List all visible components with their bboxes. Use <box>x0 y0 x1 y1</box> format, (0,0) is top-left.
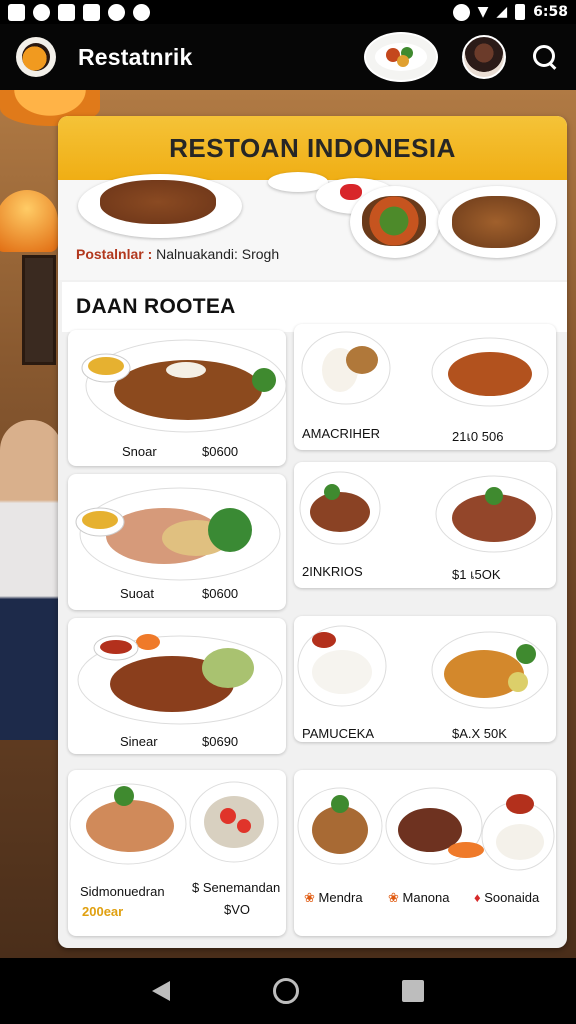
item-name: Sinear <box>120 734 158 749</box>
search-icon[interactable] <box>530 42 560 72</box>
home-icon[interactable] <box>272 978 299 1004</box>
dish-image <box>75 487 281 581</box>
hero-dishes <box>58 172 567 280</box>
wall-art <box>22 255 56 365</box>
item-price: $VO <box>224 902 251 917</box>
menu-item-card[interactable]: Suoat $0600 <box>68 474 286 610</box>
info-label: Postalnlar : <box>76 246 153 262</box>
status-time: 6:58 <box>533 4 568 20</box>
dish-image <box>69 781 279 865</box>
banner-title: RESTOAN INDONESIA <box>169 132 456 163</box>
signal-icon: ◢ <box>496 4 508 20</box>
dish-image <box>81 339 286 433</box>
item-name: AMACRIHER <box>302 426 381 441</box>
status-icons-right: ▼ ◢ 6:58 <box>452 3 568 21</box>
menu-item-card[interactable]: PAMUCEKA $A.X 50K <box>294 616 556 742</box>
system-nav-bar <box>0 958 576 1024</box>
wifi-icon: ▼ <box>477 4 489 20</box>
item-price: 200ear <box>82 904 124 919</box>
item-price: $0600 <box>202 444 239 459</box>
dish-image <box>299 471 553 553</box>
item-name: Suoat <box>120 586 154 601</box>
dish-image <box>301 331 549 407</box>
menu-item-card[interactable]: 2INKRIOS $1 เ5OK <box>294 462 556 588</box>
item-price: $A.X 50K <box>452 726 507 741</box>
item-name: 2INKRIOS <box>302 564 363 579</box>
qr-icon <box>58 3 75 21</box>
chili-icon: ♦ <box>474 890 485 905</box>
app-title: Restatnrik <box>78 43 193 70</box>
pendant-lamp <box>0 190 58 252</box>
flame-icon: ❀ <box>304 890 319 905</box>
item-name: PAMUCEKA <box>302 726 374 741</box>
menu-item-card[interactable]: Sinear $0690 <box>68 618 286 754</box>
menu-item-card[interactable]: AMACRIHER 21เ0 506 <box>294 324 556 450</box>
bluetooth-icon <box>108 3 125 21</box>
status-icons-left <box>8 3 150 21</box>
restaurant-info: Postalnlar : Nalnuakandi: Srogh <box>76 246 279 262</box>
featured-dish-thumbnail[interactable] <box>364 32 438 82</box>
menu-banner: RESTOAN INDONESIA <box>58 116 567 180</box>
shield-icon <box>133 3 150 21</box>
item-price: 21เ0 506 <box>452 429 504 444</box>
flame-icon: ❀ <box>388 890 403 905</box>
item-label: ❀ Mendra <box>304 890 363 905</box>
recents-icon[interactable] <box>402 980 425 1002</box>
menu-item-card[interactable]: Sidmonuedran 200ear $ Senemandan $VO <box>68 770 286 936</box>
dish-image <box>297 787 555 871</box>
dish-image <box>297 625 549 709</box>
info-value: Nalnuakandi: Srogh <box>156 246 280 262</box>
dish-image <box>77 634 283 725</box>
avatar[interactable] <box>462 35 506 79</box>
item-label: ❀ Manona <box>388 890 450 905</box>
app-bar: Restatnrik <box>0 24 576 90</box>
notification-icon <box>8 3 25 21</box>
item-label: ♦ Soonaida <box>474 890 540 905</box>
item-price: $1 เ5OK <box>452 567 501 582</box>
battery-icon <box>515 4 526 20</box>
item-name: Snoar <box>122 444 157 459</box>
menu-item-card[interactable]: ❀ Mendra ❀ Manona ♦ Soonaida <box>294 770 556 936</box>
dish-image[interactable] <box>350 186 440 258</box>
item-price: $0690 <box>202 734 239 749</box>
status-bar: ▼ ◢ 6:58 <box>0 0 576 24</box>
back-icon[interactable] <box>151 981 170 1001</box>
diner-person <box>0 420 62 740</box>
sync-icon <box>33 3 50 21</box>
menu-item-card[interactable]: Snoar $0600 <box>68 330 286 466</box>
menu-card: RESTOAN INDONESIA Postalnlar : Nalnuakan… <box>58 116 567 948</box>
item-name: Sidmonuedran <box>80 884 165 899</box>
message-icon <box>83 3 100 21</box>
item-price: $0600 <box>202 586 239 601</box>
item-name: $ Senemandan <box>192 880 281 895</box>
section-title: DAAN ROOTEA <box>76 295 236 318</box>
dish-image[interactable] <box>78 174 242 238</box>
dish-image[interactable] <box>438 186 556 258</box>
restaurant-logo-icon[interactable] <box>16 37 56 77</box>
alarm-icon <box>452 3 470 21</box>
